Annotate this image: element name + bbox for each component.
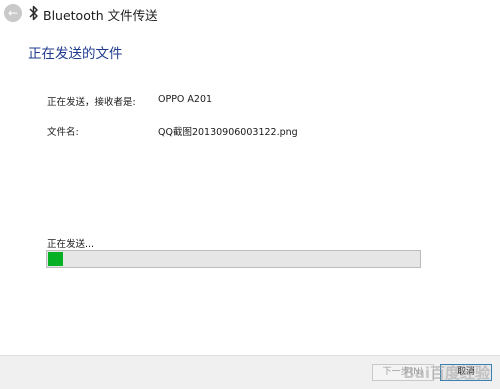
title-bar: ← Bluetooth 文件传送 <box>0 0 500 28</box>
recipient-value: OPPO A201 <box>158 94 213 105</box>
filename-value: QQ截图20130906003122.png <box>158 127 298 138</box>
bluetooth-icon <box>29 5 38 21</box>
back-arrow-icon[interactable]: ← <box>4 4 22 22</box>
filename-label: 文件名: <box>47 127 79 138</box>
page-title: 正在发送的文件 <box>28 46 123 62</box>
window-title: Bluetooth 文件传送 <box>43 8 158 23</box>
sending-status-label: 正在发送... <box>47 239 95 250</box>
recipient-label: 正在发送，接收者是: <box>47 97 136 108</box>
progress-bar-fill <box>48 252 63 266</box>
progress-bar <box>46 250 421 268</box>
baidu-watermark: Bai百度经验 <box>403 364 490 382</box>
